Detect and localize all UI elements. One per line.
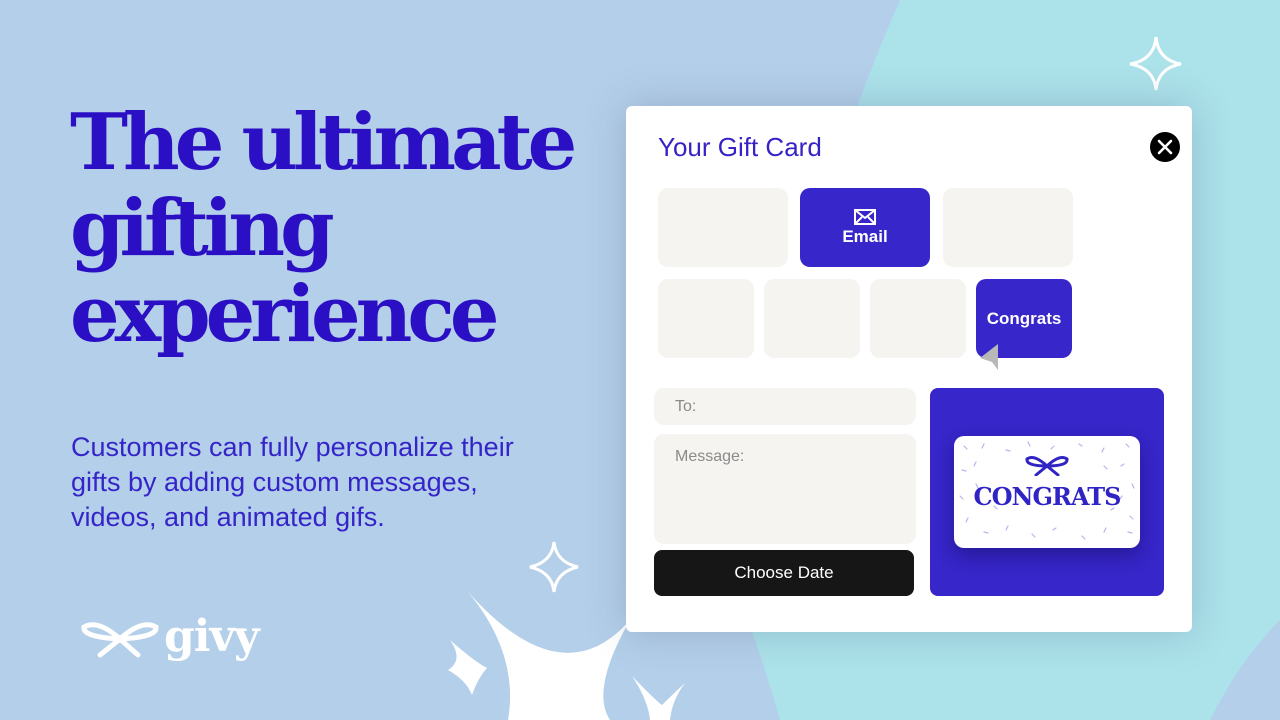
logo-text: givy [164, 611, 260, 662]
headline-line-2: gifting [70, 183, 335, 274]
envelope-icon [854, 208, 876, 225]
hero-headline: The ultimate gifting experience [70, 100, 590, 358]
close-icon [1157, 139, 1173, 155]
to-field[interactable]: To: [654, 388, 916, 425]
choose-date-button[interactable]: Choose Date [654, 550, 914, 596]
design-option-3[interactable] [870, 279, 966, 358]
design-option-2[interactable] [764, 279, 860, 358]
gift-card-preview: CONGRATS [930, 388, 1164, 596]
close-button[interactable] [1150, 132, 1180, 162]
headline-line-1: The ultimate [70, 97, 577, 188]
bow-icon [1025, 456, 1069, 476]
delivery-option-3[interactable] [943, 188, 1073, 267]
card-text: CONGRATS [973, 482, 1122, 511]
delivery-option-email[interactable]: Email [800, 188, 930, 267]
email-label: Email [842, 226, 888, 246]
design-option-1[interactable] [658, 279, 754, 358]
message-field[interactable]: Message: [654, 434, 916, 544]
white-sparkle-large [462, 585, 630, 720]
givy-logo: givy [80, 611, 260, 662]
headline-line-3: experience [70, 269, 499, 360]
gift-card-modal: Your Gift Card Email Congrats To: Messag… [626, 106, 1192, 632]
sparkle-bottom-left [448, 640, 487, 695]
pointer-cursor-icon [980, 344, 998, 370]
sparkle-outline-mid [529, 541, 579, 593]
congrats-label: Congrats [986, 308, 1062, 328]
sparkle-bottom-right [632, 676, 685, 720]
hero-subtext: Customers can fully personalize their gi… [71, 432, 514, 532]
modal-title: Your Gift Card [658, 132, 822, 162]
delivery-option-1[interactable] [658, 188, 788, 267]
bow-icon [81, 622, 159, 658]
congrats-card: CONGRATS [954, 436, 1140, 548]
